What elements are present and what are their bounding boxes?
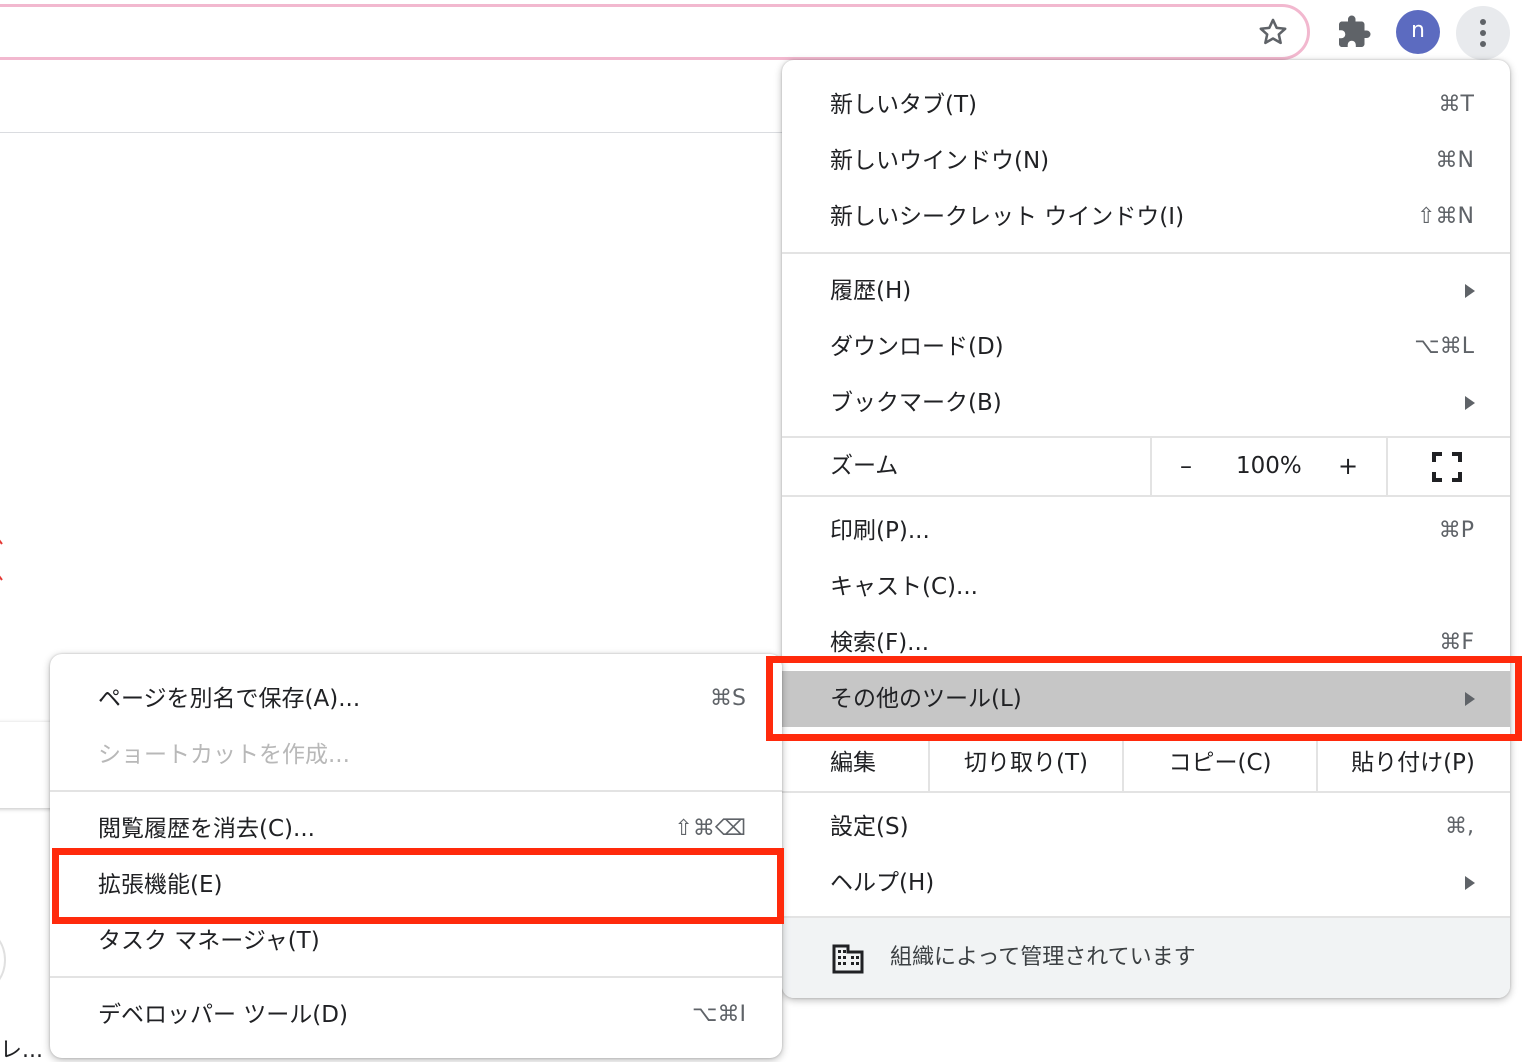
- menu-item-shortcut: ⌘T: [1438, 92, 1474, 117]
- zoom-divider: [1386, 437, 1388, 495]
- chrome-main-menu: 新しいタブ(T) ⌘T 新しいウインドウ(N) ⌘N 新しいシークレット ウイン…: [782, 60, 1510, 998]
- menu-item-label: 新しいウインドウ(N): [830, 148, 1050, 174]
- menu-item-label: ダウンロード(D): [830, 334, 1004, 360]
- zoom-divider: [1150, 437, 1152, 495]
- menu-item-bookmarks[interactable]: ブックマーク(B): [782, 375, 1510, 431]
- menu-item-label: キャスト(C)...: [830, 574, 978, 600]
- managed-label: 組織によって管理されています: [890, 945, 1196, 970]
- page-truncated-text: レ...: [0, 1038, 43, 1062]
- fullscreen-icon[interactable]: [1432, 452, 1462, 482]
- page-red-mark: [0, 539, 3, 581]
- menu-item-shortcut: ⇧⌘N: [1417, 204, 1474, 229]
- menu-item-new-incognito[interactable]: 新しいシークレット ウインドウ(I) ⇧⌘N: [782, 189, 1510, 245]
- star-icon[interactable]: [1256, 15, 1290, 49]
- menu-item-shortcut: ⌘,: [1445, 814, 1474, 839]
- menu-item-label: 新しいシークレット ウインドウ(I): [830, 204, 1185, 230]
- copy-button[interactable]: コピー(C): [1124, 735, 1316, 791]
- profile-avatar[interactable]: n: [1396, 10, 1440, 54]
- highlight-more-tools: [766, 656, 1522, 741]
- chevron-right-icon: [1465, 396, 1475, 410]
- edit-row: 編集 切り取り(T) コピー(C) 貼り付け(P): [782, 735, 1510, 791]
- paste-button[interactable]: 貼り付け(P): [1318, 735, 1508, 791]
- menu-item-shortcut: ⌘N: [1435, 148, 1474, 173]
- chevron-right-icon: [1465, 876, 1475, 890]
- menu-item-cast[interactable]: キャスト(C)...: [782, 559, 1510, 615]
- submenu-item-save-page[interactable]: ページを別名で保存(A)... ⌘S: [50, 671, 782, 727]
- menu-item-history[interactable]: 履歴(H): [782, 263, 1510, 319]
- browser-toolbar: n: [0, 0, 1522, 64]
- cut-button[interactable]: 切り取り(T): [930, 735, 1122, 791]
- menu-item-settings[interactable]: 設定(S) ⌘,: [782, 799, 1510, 855]
- menu-separator: [782, 791, 1510, 793]
- submenu-item-label: ショートカットを作成...: [98, 742, 350, 768]
- menu-item-downloads[interactable]: ダウンロード(D) ⌥⌘L: [782, 319, 1510, 375]
- menu-separator: [782, 252, 1510, 254]
- zoom-label: ズーム: [830, 453, 899, 479]
- kebab-menu-button[interactable]: [1456, 6, 1510, 60]
- menu-item-label: 印刷(P)...: [830, 518, 930, 544]
- menu-item-print[interactable]: 印刷(P)... ⌘P: [782, 503, 1510, 559]
- zoom-out-button[interactable]: –: [1180, 437, 1192, 495]
- puzzle-icon[interactable]: [1336, 14, 1372, 50]
- submenu-separator: [50, 976, 782, 978]
- submenu-item-shortcut: ⌘S: [710, 686, 746, 711]
- menu-item-shortcut: ⌘P: [1438, 518, 1474, 543]
- edit-label: 編集: [830, 750, 876, 776]
- submenu-item-create-shortcut: ショートカットを作成...: [50, 727, 782, 783]
- menu-item-help[interactable]: ヘルプ(H): [782, 855, 1510, 911]
- zoom-value: 100%: [1236, 453, 1302, 479]
- menu-item-label: ブックマーク(B): [830, 390, 1002, 416]
- kebab-menu-icon: [1480, 19, 1486, 47]
- menu-item-shortcut: ⌥⌘L: [1414, 334, 1474, 359]
- building-icon: [832, 944, 864, 974]
- zoom-row: ズーム – 100% +: [782, 437, 1510, 495]
- chevron-right-icon: [1465, 284, 1475, 298]
- address-bar[interactable]: [0, 4, 1310, 60]
- page-circle: [0, 930, 6, 990]
- submenu-separator: [50, 790, 782, 792]
- menu-item-new-window[interactable]: 新しいウインドウ(N) ⌘N: [782, 133, 1510, 189]
- managed-by-organization[interactable]: 組織によって管理されています: [782, 918, 1510, 998]
- menu-item-label: ヘルプ(H): [830, 870, 935, 896]
- menu-item-label: 履歴(H): [830, 278, 912, 304]
- submenu-item-label: デベロッパー ツール(D): [98, 1002, 348, 1028]
- menu-item-label: 設定(S): [830, 814, 909, 840]
- page-divider: [0, 132, 790, 133]
- menu-separator: [782, 495, 1510, 497]
- submenu-item-shortcut: ⌥⌘I: [692, 1002, 746, 1027]
- submenu-item-developer-tools[interactable]: デベロッパー ツール(D) ⌥⌘I: [50, 987, 782, 1043]
- menu-item-new-tab[interactable]: 新しいタブ(T) ⌘T: [782, 77, 1510, 133]
- highlight-extensions: [52, 848, 784, 924]
- menu-item-label: 新しいタブ(T): [830, 92, 977, 118]
- submenu-item-label: ページを別名で保存(A)...: [98, 686, 361, 712]
- zoom-in-button[interactable]: +: [1338, 437, 1358, 495]
